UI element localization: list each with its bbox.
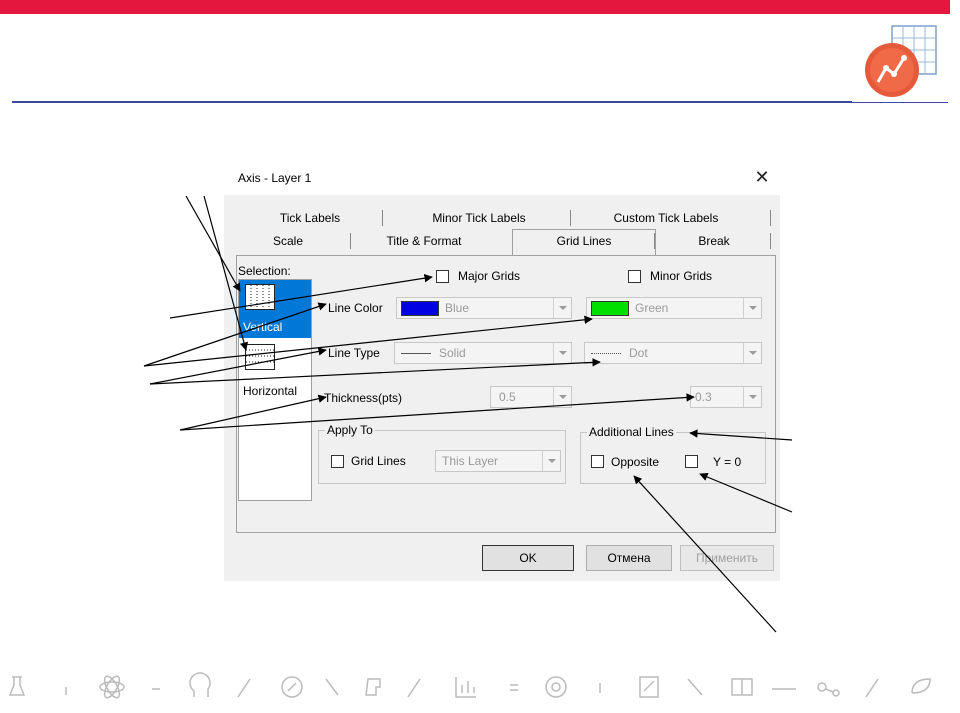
callout-arrows [143, 195, 793, 633]
divider-mark [687, 678, 703, 696]
callout-arrow [149, 358, 601, 385]
bar-chart-icon [455, 677, 476, 698]
callout-arrow [169, 274, 433, 319]
divider-mark [325, 678, 339, 696]
callout-arrow [203, 195, 249, 351]
divider-mark [407, 678, 421, 698]
divider-mark [865, 678, 879, 698]
brain-icon [545, 676, 567, 698]
divider-mark [237, 678, 251, 698]
callout-arrow [633, 475, 777, 633]
leaf-icon [911, 678, 931, 694]
book-icon [731, 678, 753, 696]
flask-icon [8, 676, 26, 696]
notepad-icon [639, 676, 659, 698]
atom-icon [99, 675, 125, 699]
puzzle-icon [365, 678, 381, 696]
footer-decorations [8, 672, 931, 699]
callout-arrow [179, 393, 695, 431]
molecule-icon [817, 682, 840, 697]
callout-arrow [185, 195, 241, 292]
compass-icon [281, 676, 303, 698]
callout-arrow [689, 429, 793, 441]
head-icon [189, 672, 211, 697]
callout-arrow [699, 473, 793, 513]
